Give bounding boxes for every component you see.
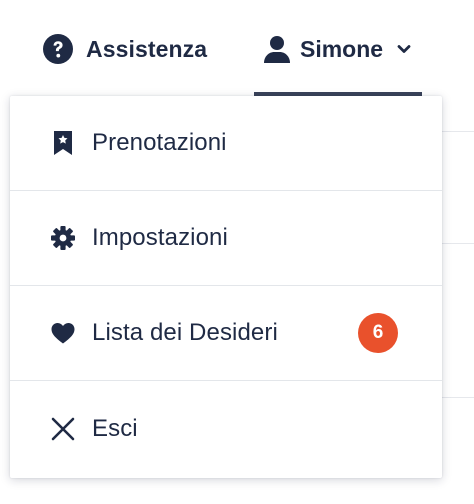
user-dropdown-menu: Prenotazioni Impostazioni Lista dei Desi… — [10, 96, 442, 478]
bookmark-icon — [50, 129, 76, 157]
menu-item-prenotazioni[interactable]: Prenotazioni — [10, 96, 442, 191]
help-link[interactable]: Assistenza — [42, 30, 207, 68]
wishlist-count-badge: 6 — [358, 313, 398, 353]
heart-icon — [50, 319, 76, 347]
help-label: Assistenza — [86, 35, 208, 62]
menu-item-impostazioni[interactable]: Impostazioni — [10, 191, 442, 286]
user-name: Simone — [300, 35, 384, 62]
chevron-down-icon — [395, 40, 413, 58]
user-icon — [262, 34, 292, 64]
top-navigation: Assistenza Simone — [0, 0, 474, 96]
user-menu-content: Simone — [262, 30, 413, 68]
page: Assistenza Simone Prenotazioni Impostazi… — [0, 0, 474, 504]
user-menu-toggle[interactable]: Simone — [254, 0, 422, 96]
menu-item-label: Esci — [92, 414, 138, 442]
close-icon — [50, 415, 76, 443]
question-circle-icon — [42, 33, 74, 65]
menu-item-label: Prenotazioni — [92, 129, 227, 156]
menu-item-label: Impostazioni — [92, 224, 228, 251]
menu-item-label: Lista dei Desideri — [92, 319, 278, 346]
gear-icon — [50, 224, 76, 252]
menu-item-lista-desideri[interactable]: Lista dei Desideri 6 — [10, 286, 442, 381]
menu-item-esci[interactable]: Esci — [10, 381, 442, 476]
